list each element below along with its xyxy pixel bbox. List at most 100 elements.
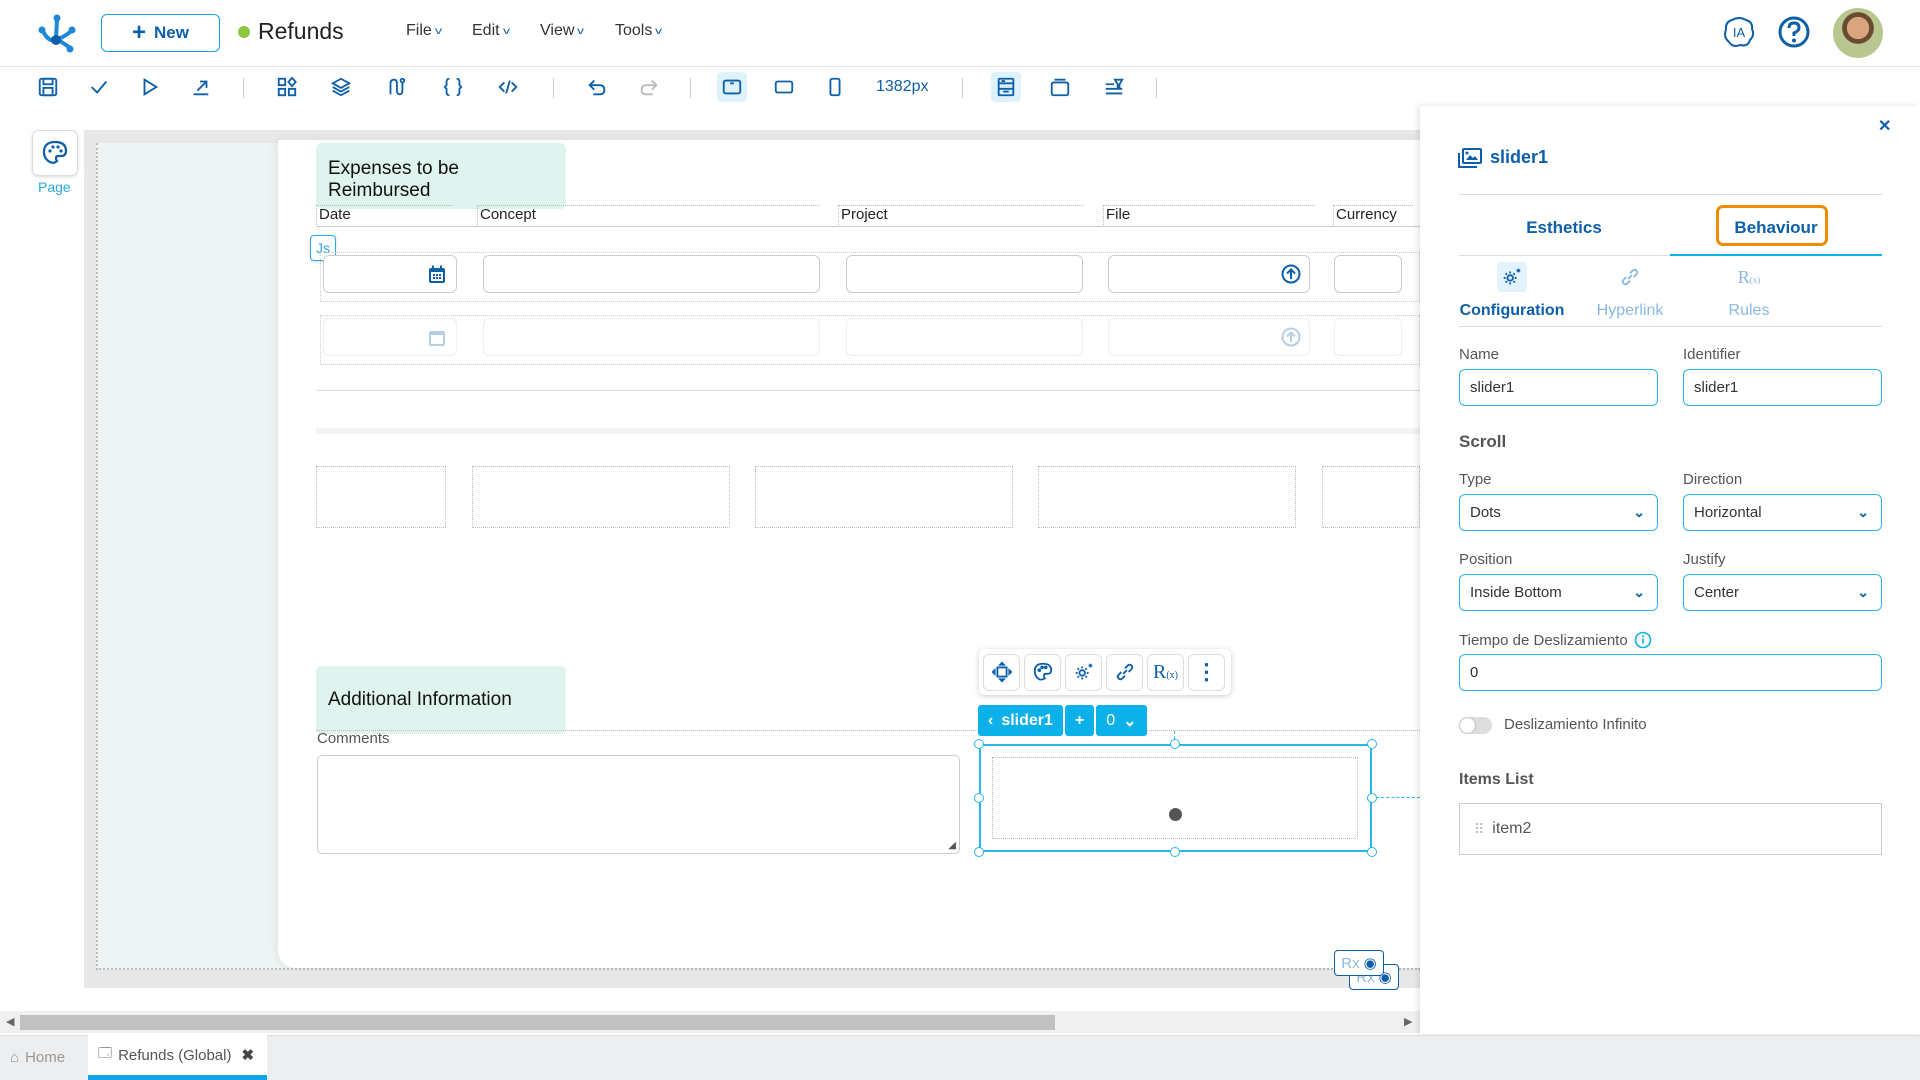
user-avatar[interactable] (1833, 8, 1883, 58)
currency-input[interactable] (1334, 255, 1402, 293)
panel-title: slider1 (1458, 147, 1548, 168)
desktop-view-button[interactable] (717, 72, 747, 102)
upload-icon[interactable] (1281, 264, 1301, 284)
rules-badge[interactable]: Rx ◉ (1334, 950, 1384, 976)
scrollbar-thumb[interactable] (20, 1015, 1055, 1030)
resize-handle[interactable] (1170, 739, 1180, 749)
save-button[interactable] (33, 72, 63, 102)
date-input[interactable] (323, 255, 457, 293)
additional-info-section-title[interactable]: Additional Information (316, 666, 566, 734)
slider-dot-indicator[interactable] (1169, 808, 1182, 821)
toolbar: 1382px (0, 68, 1920, 106)
tab-refunds-global[interactable]: 🗔 Refunds (Global) ✖ (88, 1035, 267, 1080)
ia-assistant-icon[interactable]: IA (1722, 15, 1756, 49)
type-select[interactable]: Dots ⌄ (1459, 494, 1658, 531)
menu-view[interactable]: View v (540, 22, 584, 40)
tab-home[interactable]: ⌂ Home (10, 1035, 65, 1080)
tablet-view-button[interactable] (769, 72, 799, 102)
add-item-button[interactable]: + (1064, 705, 1095, 736)
subtab-rules[interactable]: R(x) Rules (1694, 262, 1804, 320)
drag-handle-icon[interactable]: ⠿ (1474, 821, 1484, 838)
items-list-heading: Items List (1459, 771, 1534, 788)
app-logo[interactable] (36, 12, 78, 54)
subtab-hyperlink[interactable]: Hyperlink (1575, 262, 1685, 320)
rules-button[interactable]: R(x) (1147, 653, 1184, 691)
toolbar-divider (690, 78, 691, 98)
empty-column[interactable] (1038, 466, 1296, 528)
mobile-view-button[interactable] (820, 72, 850, 102)
menu-edit[interactable]: Edit v (472, 22, 510, 40)
close-tab-icon[interactable]: ✖ (241, 1046, 254, 1064)
resize-handle[interactable] (1170, 847, 1180, 857)
empty-column[interactable] (1322, 466, 1420, 528)
hyperlink-button[interactable] (1106, 653, 1143, 691)
layers-button[interactable] (326, 72, 356, 102)
list-item[interactable]: item2 (1492, 820, 1531, 838)
menu-tools[interactable]: Tools v (615, 22, 662, 40)
resize-handle[interactable] (974, 847, 984, 857)
gear-sparkle-icon (1497, 262, 1527, 292)
new-button[interactable]: + New (101, 14, 220, 52)
components-button[interactable] (272, 72, 302, 102)
name-input[interactable]: slider1 (1459, 369, 1658, 406)
expenses-section-title[interactable]: Expenses to be Reimbursed (316, 143, 566, 209)
verify-button[interactable] (84, 72, 114, 102)
resize-handle[interactable] (1367, 847, 1377, 857)
direction-select[interactable]: Horizontal ⌄ (1683, 494, 1882, 531)
scroll-right-icon[interactable]: ▶ (1404, 1015, 1412, 1028)
comments-textarea[interactable]: ◢ (317, 755, 960, 854)
layers-icon (330, 77, 352, 97)
style-button[interactable] (1024, 653, 1061, 691)
empty-column[interactable] (755, 466, 1013, 528)
justify-select[interactable]: Center ⌄ (1683, 574, 1882, 611)
concept-input[interactable] (483, 318, 820, 356)
direction-label: Direction (1683, 471, 1743, 488)
concept-input[interactable] (483, 255, 820, 293)
resize-handle[interactable] (974, 793, 984, 803)
horizontal-scrollbar[interactable]: ◀ ▶ (0, 1011, 1420, 1033)
redo-button[interactable] (634, 72, 664, 102)
braces-button[interactable] (438, 72, 468, 102)
more-options-button[interactable]: ⋮ (1188, 653, 1225, 691)
item-index-dropdown[interactable]: 0 ⌄ (1096, 705, 1147, 736)
empty-column[interactable] (472, 466, 730, 528)
empty-column[interactable] (316, 466, 446, 528)
position-select[interactable]: Inside Bottom ⌄ (1459, 574, 1658, 611)
file-input[interactable] (1108, 255, 1310, 293)
calendar-icon[interactable] (428, 265, 446, 284)
move-button[interactable] (983, 653, 1020, 691)
currency-input[interactable] (1334, 318, 1402, 356)
help-icon[interactable] (1777, 15, 1811, 49)
window-button[interactable] (1045, 72, 1075, 102)
resize-handle[interactable] (1367, 793, 1377, 803)
resize-handle-icon[interactable]: ◢ (948, 840, 956, 851)
file-input[interactable] (1108, 318, 1310, 356)
tab-esthetics[interactable]: Esthetics (1459, 203, 1669, 253)
configuration-button[interactable] (1065, 653, 1102, 691)
close-icon[interactable]: ✕ (1878, 116, 1891, 136)
identifier-input[interactable]: slider1 (1683, 369, 1882, 406)
run-button[interactable] (135, 72, 165, 102)
subtab-configuration[interactable]: Configuration (1457, 262, 1567, 320)
flow-button[interactable] (381, 72, 411, 102)
export-button[interactable] (186, 72, 216, 102)
menu-file[interactable]: File v (406, 22, 442, 40)
project-input[interactable] (846, 318, 1083, 356)
code-button[interactable] (493, 72, 523, 102)
resize-handle[interactable] (1367, 739, 1377, 749)
date-input[interactable] (323, 318, 457, 356)
infinite-slide-toggle[interactable] (1459, 717, 1492, 734)
resize-handle[interactable] (974, 739, 984, 749)
filter-button[interactable] (1099, 72, 1129, 102)
info-icon[interactable] (1634, 631, 1652, 649)
layout-button[interactable] (991, 72, 1021, 102)
undo-button[interactable] (582, 72, 612, 102)
project-input[interactable] (846, 255, 1083, 293)
slide-time-input[interactable]: 0 (1459, 654, 1882, 691)
page-styles-button[interactable] (32, 130, 78, 176)
window-icon (1050, 78, 1070, 97)
select-parent-button[interactable]: ‹ slider1 (978, 705, 1063, 736)
slider-item[interactable] (992, 757, 1358, 839)
scroll-left-icon[interactable]: ◀ (6, 1015, 14, 1028)
section-guide (316, 730, 1420, 731)
